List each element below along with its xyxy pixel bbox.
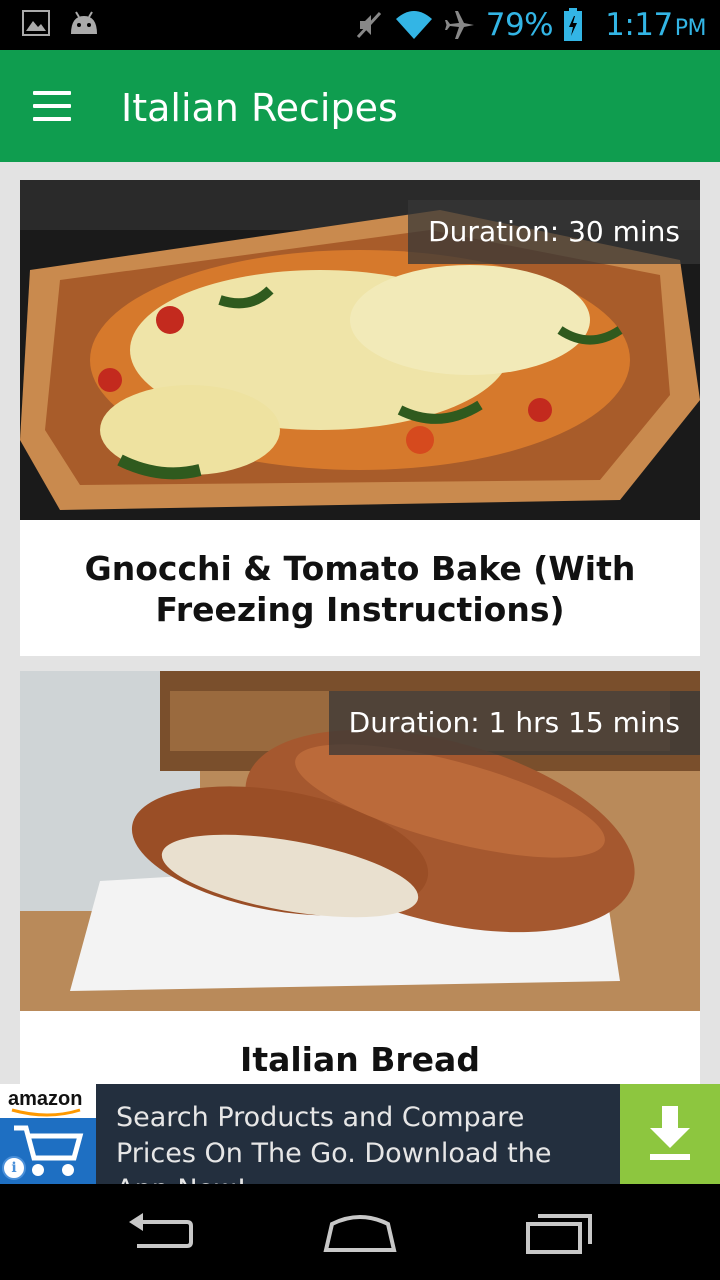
status-bar: 79% 1:17PM	[0, 0, 720, 50]
battery-icon	[564, 8, 583, 41]
nav-bar	[0, 1184, 720, 1280]
info-icon[interactable]: i	[2, 1156, 26, 1180]
recipe-title: Gnocchi & Tomato Bake (With Freezing Ins…	[84, 549, 636, 629]
ad-banner[interactable]: amazon i Search Products and Compare Pri…	[0, 1084, 720, 1205]
airplane-icon	[444, 11, 474, 39]
recents-icon	[526, 1214, 592, 1254]
wifi-icon	[395, 11, 432, 39]
recipe-duration: Duration: 30 mins	[408, 200, 700, 264]
recipe-title: Italian Bread	[240, 1040, 480, 1079]
recipe-duration: Duration: 1 hrs 15 mins	[328, 691, 700, 755]
mute-icon	[356, 11, 381, 39]
hamburger-icon	[33, 91, 71, 95]
menu-button[interactable]	[22, 80, 82, 132]
image-icon	[22, 10, 50, 36]
recipe-image: Duration: 1 hrs 15 mins	[20, 671, 700, 1011]
recipe-card[interactable]: Duration: 1 hrs 15 mins Italian Bread	[20, 671, 700, 1084]
home-icon	[323, 1215, 397, 1252]
battery-percent: 79%	[485, 7, 554, 43]
download-icon	[650, 1106, 690, 1160]
app-toolbar: Italian Recipes	[0, 50, 720, 162]
recipe-list[interactable]: Duration: 30 mins Gnocchi & Tomato Bake …	[0, 162, 720, 1084]
clock-time: 1:17	[605, 7, 673, 43]
clock-ampm: PM	[674, 16, 707, 41]
amazon-logo: amazon i	[0, 1084, 96, 1184]
download-button[interactable]	[620, 1084, 720, 1184]
home-button[interactable]	[305, 1202, 415, 1262]
recipe-card[interactable]: Duration: 30 mins Gnocchi & Tomato Bake …	[20, 180, 700, 656]
page-title: Italian Recipes	[121, 86, 398, 130]
clock: 1:17PM	[605, 7, 706, 43]
android-icon	[71, 11, 97, 34]
back-button[interactable]	[105, 1202, 215, 1262]
recipe-image: Duration: 30 mins	[20, 180, 700, 520]
back-icon	[129, 1213, 193, 1248]
recents-button[interactable]	[505, 1202, 615, 1262]
